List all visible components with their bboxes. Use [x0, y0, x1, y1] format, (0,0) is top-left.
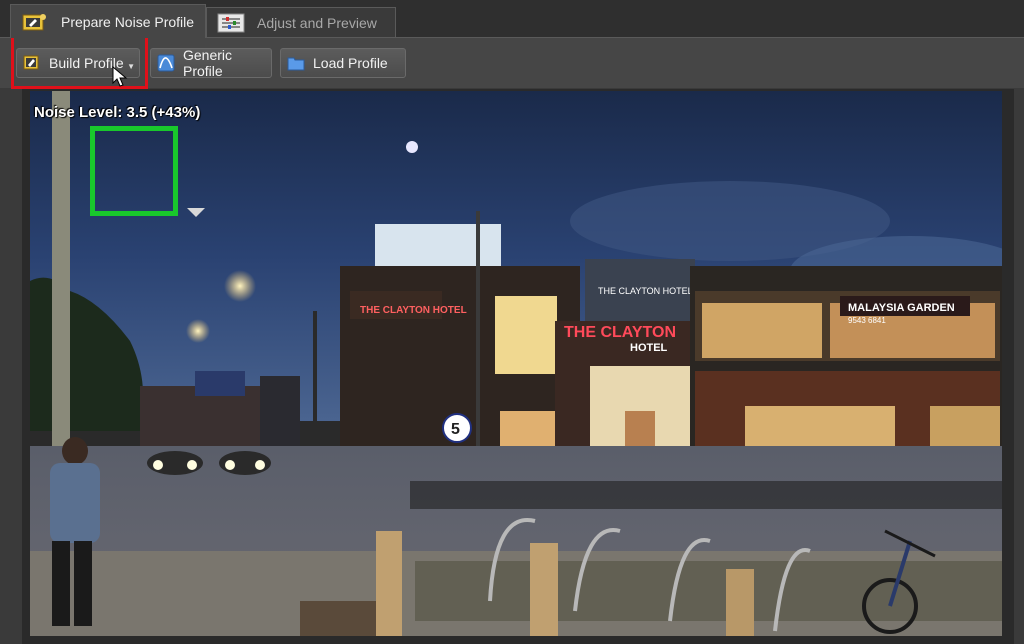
restaurant-sign: MALAYSIA GARDEN — [848, 302, 955, 314]
folder-icon — [287, 54, 305, 72]
tab-label: Adjust and Preview — [257, 15, 377, 31]
generic-profile-label: Generic Profile — [183, 47, 233, 79]
tab-bar: Prepare Noise Profile Adjust and Preview — [0, 0, 1024, 38]
noise-sample-selection[interactable] — [90, 126, 178, 216]
mouse-cursor-icon — [112, 65, 128, 93]
hotel-sign-center: THE CLAYTON — [564, 324, 676, 341]
generic-profile-button[interactable]: Generic Profile — [150, 47, 272, 79]
sliders-icon — [217, 13, 245, 33]
hotel-sign-left: THE CLAYTON HOTEL — [360, 305, 467, 316]
load-profile-label: Load Profile — [313, 55, 388, 71]
road-sign: 5 — [451, 421, 460, 438]
toolbar: Build Profile ▼ Generic Profile Load Pro… — [0, 37, 1024, 88]
tab-prepare-noise-profile[interactable]: Prepare Noise Profile — [10, 4, 206, 38]
tab-adjust-and-preview[interactable]: Adjust and Preview — [206, 7, 396, 38]
tower-sign: THE CLAYTON HOTEL — [598, 286, 693, 296]
tab-label: Prepare Noise Profile — [61, 13, 195, 30]
hotel-sign-sub: HOTEL — [630, 342, 668, 354]
noise-level-readout: Noise Level: 3.5 (+43%) — [34, 104, 201, 121]
selection-dropdown-caret-icon[interactable] — [187, 208, 205, 217]
restaurant-phone: 9543 6841 — [848, 316, 886, 325]
generic-profile-icon — [157, 54, 175, 72]
build-profile-icon — [21, 12, 49, 32]
load-profile-button[interactable]: Load Profile — [280, 48, 406, 78]
